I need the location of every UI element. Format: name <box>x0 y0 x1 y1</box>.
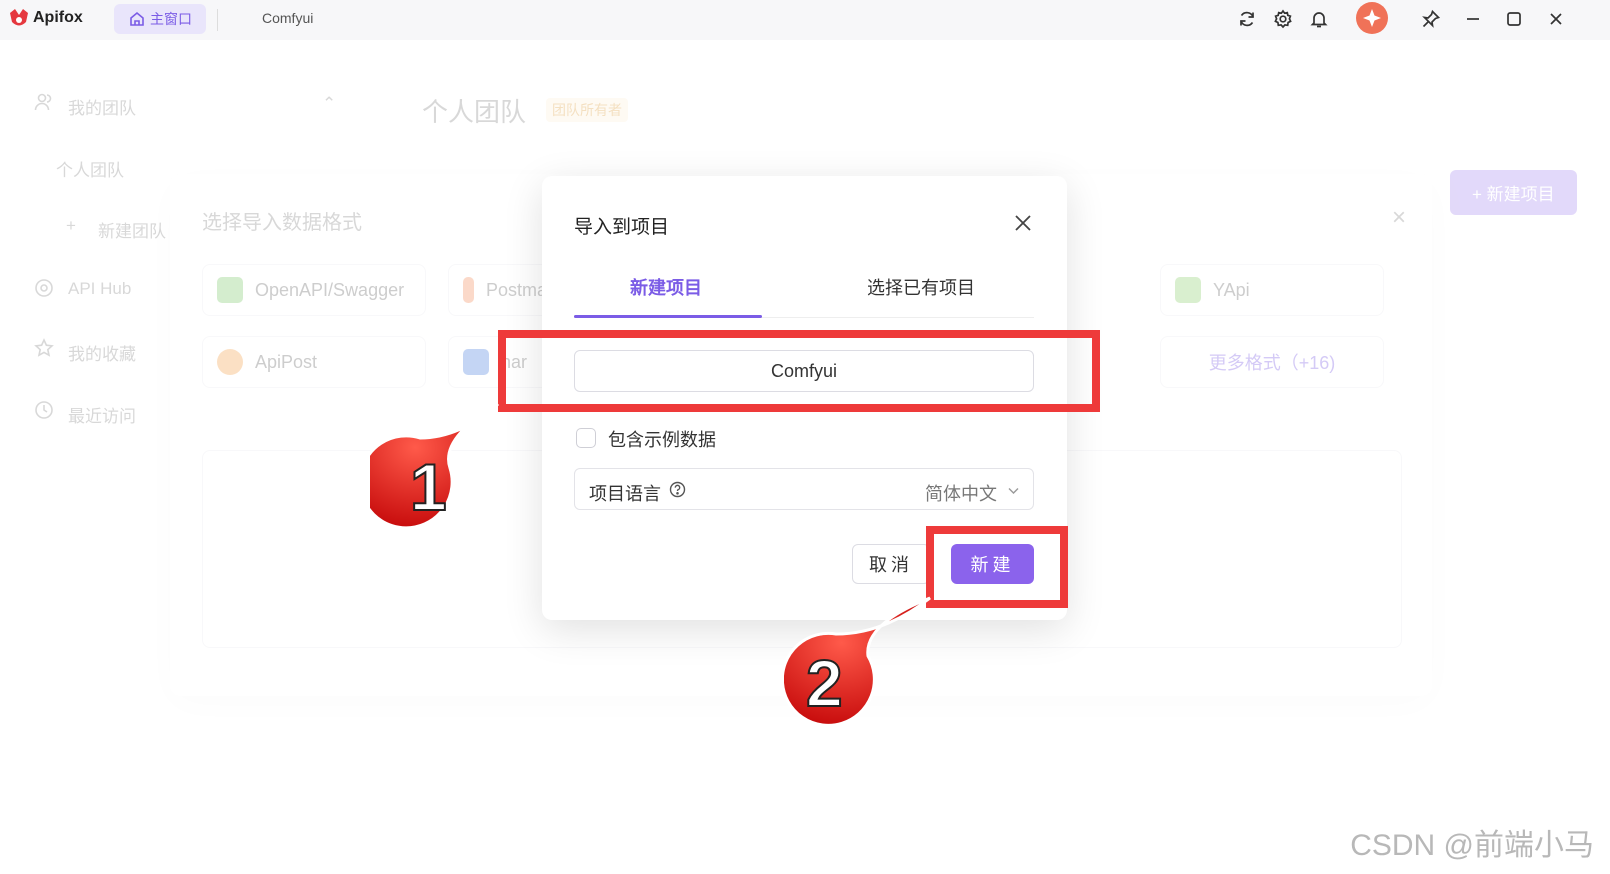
bell-icon[interactable] <box>1308 8 1330 30</box>
import-panel-title: 选择导入数据格式 <box>202 212 362 234</box>
postman-icon <box>463 277 474 303</box>
marker-2-label: 2 <box>806 646 843 720</box>
highlight-box-name-input <box>498 330 1100 412</box>
plus-icon: + <box>66 216 76 235</box>
apifox-logo-icon <box>10 9 28 26</box>
page-title: 个人团队 <box>422 97 527 127</box>
chevron-down-icon <box>1008 488 1019 494</box>
app-name: Apifox <box>33 9 83 26</box>
home-icon <box>130 11 144 26</box>
sidebar-item-personal-team: 个人团队 <box>56 161 124 180</box>
owner-badge: 团队所有者 <box>546 98 628 122</box>
api-hub-icon <box>35 279 53 297</box>
include-sample-checkbox[interactable] <box>576 428 596 448</box>
step-marker-2: 2 <box>784 596 931 727</box>
pin-icon[interactable] <box>1420 8 1442 30</box>
format-card-label: YApi <box>1213 279 1250 300</box>
title-bar: Apifox 主窗口 Comfyui <box>0 0 1610 40</box>
format-card-more: 更多格式（+16) <box>1160 336 1384 388</box>
tab-new-project[interactable]: 新建项目 <box>630 274 702 300</box>
tab-existing-project[interactable]: 选择已有项目 <box>867 274 975 300</box>
project-language-select[interactable]: 项目语言 简体中文 <box>574 468 1034 510</box>
include-sample-label: 包含示例数据 <box>608 430 716 450</box>
clock-icon <box>35 401 53 419</box>
gear-icon[interactable] <box>1272 8 1294 30</box>
tab-home-label: 主窗口 <box>150 11 192 27</box>
star-icon <box>34 338 54 357</box>
sidebar-recent: 最近访问 <box>68 407 136 426</box>
refresh-icon[interactable] <box>1236 8 1258 30</box>
har-icon <box>463 349 489 375</box>
close-icon: × <box>1392 204 1407 231</box>
format-card-label: OpenAPI/Swagger <box>255 279 405 300</box>
language-label: 项目语言 <box>589 484 661 504</box>
format-card-label: 更多格式（+16) <box>1208 353 1336 373</box>
step-marker-1: 1 <box>370 402 499 530</box>
yapi-icon <box>1175 277 1201 303</box>
highlight-box-create-button <box>926 526 1068 608</box>
maximize-icon[interactable] <box>1503 8 1525 30</box>
format-card-label: ApiPost <box>255 351 318 372</box>
active-tab-indicator <box>574 315 762 318</box>
tab-project[interactable]: Comfyui <box>262 10 313 26</box>
sidebar-api-hub: API Hub <box>68 279 132 298</box>
close-window-icon[interactable] <box>1545 8 1567 30</box>
avatar-icon <box>1363 9 1381 27</box>
format-card: ApiPost <box>202 336 426 388</box>
sidebar-new-team: 新建团队 <box>98 222 166 241</box>
dialog-title: 导入到项目 <box>574 217 670 238</box>
help-icon[interactable] <box>669 481 686 498</box>
marker-1-label: 1 <box>410 450 447 524</box>
apipost-icon <box>217 349 243 375</box>
close-icon[interactable] <box>1012 212 1034 234</box>
app-logo: Apifox <box>8 7 83 29</box>
tab-home[interactable]: 主窗口 <box>114 4 206 34</box>
tab-divider <box>217 9 218 31</box>
cancel-button[interactable]: 取消 <box>852 544 930 584</box>
sidebar-favorites: 我的收藏 <box>68 345 136 364</box>
watermark: CSDN @前端小马 <box>1350 829 1594 862</box>
format-card: OpenAPI/Swagger <box>202 264 426 316</box>
language-value: 简体中文 <box>925 484 997 504</box>
sidebar-team-section: 我的团队 <box>68 99 136 118</box>
chevron-up-icon: ⌃ <box>322 94 337 113</box>
team-icon <box>34 93 52 111</box>
new-project-button: + 新建项目 <box>1450 170 1577 215</box>
minimize-icon[interactable] <box>1462 8 1484 30</box>
format-card: YApi <box>1160 264 1384 316</box>
swagger-icon <box>217 277 243 303</box>
avatar[interactable] <box>1356 2 1388 34</box>
